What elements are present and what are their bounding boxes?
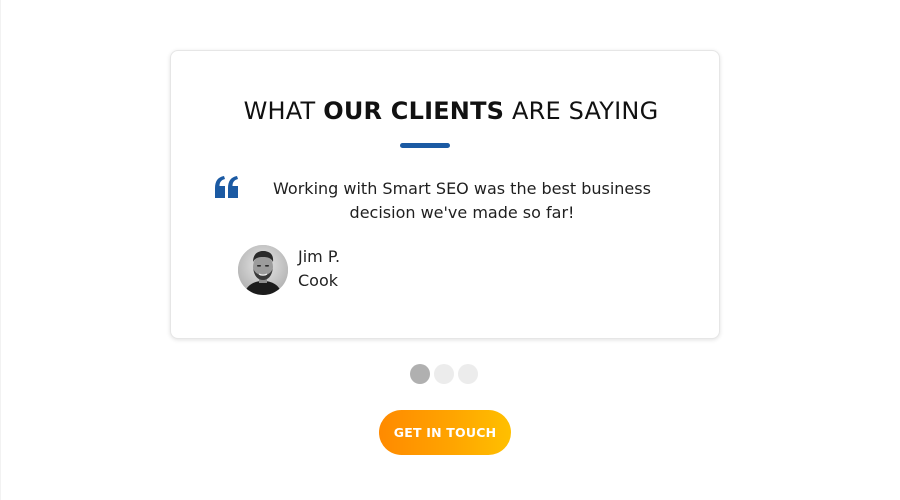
author-name: Jim P. [298, 247, 341, 266]
section-heading: WHAT OUR CLIENTS ARE SAYING [1, 97, 900, 125]
quote-open-icon [215, 176, 238, 198]
heading-emphasis: OUR CLIENTS [323, 97, 505, 125]
heading-suffix: ARE SAYING [504, 97, 659, 125]
testimonial-card: WHAT OUR CLIENTS ARE SAYING Working with… [170, 50, 720, 339]
slider-dot-2[interactable] [434, 364, 454, 384]
author-avatar [238, 245, 288, 295]
page: WHAT OUR CLIENTS ARE SAYING Working with… [0, 0, 900, 500]
slider-dot-1[interactable] [410, 364, 430, 384]
author-surname: Cook [298, 271, 339, 290]
avatar-portrait-icon [238, 245, 288, 295]
heading-underline [400, 143, 450, 148]
get-in-touch-button[interactable]: GET IN TOUCH [379, 410, 511, 455]
page-edge-line [0, 0, 1, 500]
author-info: Jim P. Cook [298, 245, 340, 293]
heading-prefix: WHAT [243, 97, 324, 125]
slider-dot-3[interactable] [458, 364, 478, 384]
slider-pagination [410, 364, 482, 384]
testimonial-quote: Working with Smart SEO was the best busi… [273, 179, 651, 222]
